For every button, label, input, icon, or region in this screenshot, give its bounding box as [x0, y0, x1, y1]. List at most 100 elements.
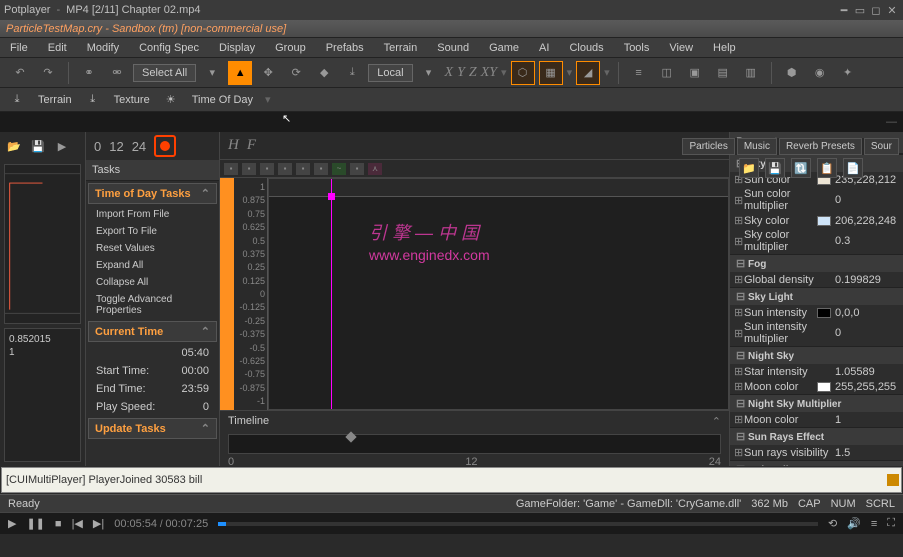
graph-scrollbar[interactable]	[220, 178, 234, 410]
param-value[interactable]: 0.3	[835, 235, 899, 247]
tod-tasks-header[interactable]: Time of Day Tasks ⌃	[88, 183, 217, 204]
settings-icon[interactable]: ✦	[836, 61, 860, 85]
axis-xy[interactable]: XY	[481, 65, 497, 81]
pause-button[interactable]: ❚❚	[26, 517, 44, 530]
frame-12[interactable]: 12	[109, 139, 123, 154]
graph-canvas[interactable]: 引 擎 — 中 国 www.enginedx.com	[268, 178, 729, 410]
param-row[interactable]: ⊞Star intensity1.05589	[730, 364, 903, 379]
color-swatch[interactable]	[817, 382, 831, 392]
playhead[interactable]	[331, 179, 332, 409]
kf-curve-icon[interactable]: ~	[332, 163, 346, 175]
menu-view[interactable]: View	[665, 40, 697, 56]
frame-0[interactable]: 0	[94, 139, 101, 154]
tool1-icon[interactable]: ◫	[655, 61, 679, 85]
dropdown2-icon[interactable]: ▾	[417, 61, 441, 85]
param-row[interactable]: ⊞Sun rays visibility1.5	[730, 445, 903, 460]
axis-y[interactable]: Y	[457, 65, 465, 81]
tool3-icon[interactable]: ▤	[711, 61, 735, 85]
redo-icon[interactable]: ↷	[36, 61, 60, 85]
reload-icon[interactable]: 🔃	[791, 158, 811, 178]
timeline-slider[interactable]	[228, 434, 721, 454]
menu-clouds[interactable]: Clouds	[565, 40, 607, 56]
param-group-fog[interactable]: ⊟ Fog	[730, 254, 903, 272]
tool4-icon[interactable]: ▥	[739, 61, 763, 85]
end-time-value[interactable]: 23:59	[181, 383, 209, 395]
panel-collapse-icon[interactable]: —	[886, 116, 903, 128]
param-row[interactable]: ⊞Moon color1	[730, 412, 903, 427]
param-value[interactable]: 0	[835, 327, 899, 339]
timeline-marker[interactable]	[345, 431, 356, 442]
expand-icon[interactable]: ⊞	[734, 327, 744, 340]
unlink-icon[interactable]: ⚮	[105, 61, 129, 85]
menu-game[interactable]: Game	[485, 40, 523, 56]
expand-icon[interactable]: ⊞	[734, 235, 744, 248]
update-tasks-header[interactable]: Update Tasks ⌃	[88, 418, 217, 439]
rotate-icon[interactable]: ⟳	[284, 61, 308, 85]
physics-icon[interactable]: ⬢	[780, 61, 804, 85]
fullscreen-icon[interactable]: ⛶	[887, 517, 895, 530]
expand-icon[interactable]: ⊞	[734, 214, 744, 227]
scale-icon[interactable]: ◆	[312, 61, 336, 85]
param-row[interactable]: ⊞Sky color multiplier0.3	[730, 228, 903, 254]
expand-icon[interactable]: ⊞	[734, 273, 744, 286]
tool2-icon[interactable]: ▣	[683, 61, 707, 85]
terrain-icon[interactable]: ⤓	[8, 91, 26, 109]
console-scroll-icon[interactable]	[887, 474, 899, 486]
stop-button[interactable]: ■	[55, 518, 62, 530]
record-button[interactable]	[154, 135, 176, 157]
param-value[interactable]: 1.05589	[835, 366, 899, 378]
place-icon[interactable]: ⤓	[340, 61, 364, 85]
param-group-color-filter[interactable]: ⊟ Color Filter	[730, 460, 903, 466]
move-tool-icon[interactable]: ▲	[228, 61, 252, 85]
task-export-to-file[interactable]: Export To File	[86, 223, 219, 240]
param-row[interactable]: ⊞Sun intensity0,0,0	[730, 305, 903, 320]
expand-icon[interactable]: ⊞	[734, 380, 744, 393]
kf-icon[interactable]: ▪	[278, 163, 292, 175]
param-group-night-sky-multiplier[interactable]: ⊟ Night Sky Multiplier	[730, 394, 903, 412]
start-time-value[interactable]: 00:00	[181, 365, 209, 377]
collapse-icon[interactable]: ⌃	[201, 187, 210, 200]
menu-icon[interactable]: ≡	[871, 518, 877, 530]
save-icon[interactable]: 💾	[765, 158, 785, 178]
menu-file[interactable]: File	[6, 40, 32, 56]
play-speed-value[interactable]: 0	[203, 401, 209, 413]
h-button[interactable]: H	[228, 137, 239, 154]
menu-help[interactable]: Help	[709, 40, 740, 56]
f-button[interactable]: F	[247, 137, 256, 154]
tab-music[interactable]: Music	[737, 138, 777, 155]
param-row[interactable]: ⊞Sun intensity multiplier0	[730, 320, 903, 346]
kf-icon[interactable]: ▪	[260, 163, 274, 175]
undo-icon[interactable]: ↶	[8, 61, 32, 85]
menu-terrain[interactable]: Terrain	[380, 40, 422, 56]
kf-icon[interactable]: ▪	[224, 163, 238, 175]
axis-z[interactable]: Z	[469, 65, 477, 81]
current-time-header[interactable]: Current Time ⌃	[88, 321, 217, 342]
param-row[interactable]: ⊞Global density0.199829	[730, 272, 903, 287]
param-value[interactable]: 1.5	[835, 447, 899, 459]
texture-icon[interactable]: ⤓	[84, 91, 102, 109]
task-expand-all[interactable]: Expand All	[86, 257, 219, 274]
volume-icon[interactable]: 🔊	[847, 517, 861, 530]
tab-particles[interactable]: Particles	[682, 138, 734, 155]
param-row[interactable]: ⊞Sun color multiplier0	[730, 187, 903, 213]
menu-edit[interactable]: Edit	[44, 40, 71, 56]
snap-angle-icon[interactable]: ◢	[576, 61, 600, 85]
menu-group[interactable]: Group	[271, 40, 310, 56]
kf-icon[interactable]: ▪	[296, 163, 310, 175]
progress-bar[interactable]	[218, 522, 818, 526]
task-collapse-all[interactable]: Collapse All	[86, 274, 219, 291]
copy-icon[interactable]: 📋	[817, 158, 837, 178]
paste-icon[interactable]: 📄	[843, 158, 863, 178]
task-reset-values[interactable]: Reset Values	[86, 240, 219, 257]
snap-terrain-icon[interactable]: ⬡	[511, 61, 535, 85]
expand-icon[interactable]: ⊞	[734, 446, 744, 459]
param-row[interactable]: ⊞Moon color255,255,255	[730, 379, 903, 394]
select-all-button[interactable]: Select All	[133, 64, 196, 82]
link-icon[interactable]: ⚭	[77, 61, 101, 85]
param-group-sky-light[interactable]: ⊟ Sky Light	[730, 287, 903, 305]
collapse-icon[interactable]: ⌃	[201, 422, 210, 435]
kf-icon[interactable]: ▪	[242, 163, 256, 175]
param-value[interactable]: 255,255,255	[835, 381, 899, 393]
timeofday-label[interactable]: Time Of Day	[186, 94, 259, 106]
layers-icon[interactable]: ≡	[627, 61, 651, 85]
